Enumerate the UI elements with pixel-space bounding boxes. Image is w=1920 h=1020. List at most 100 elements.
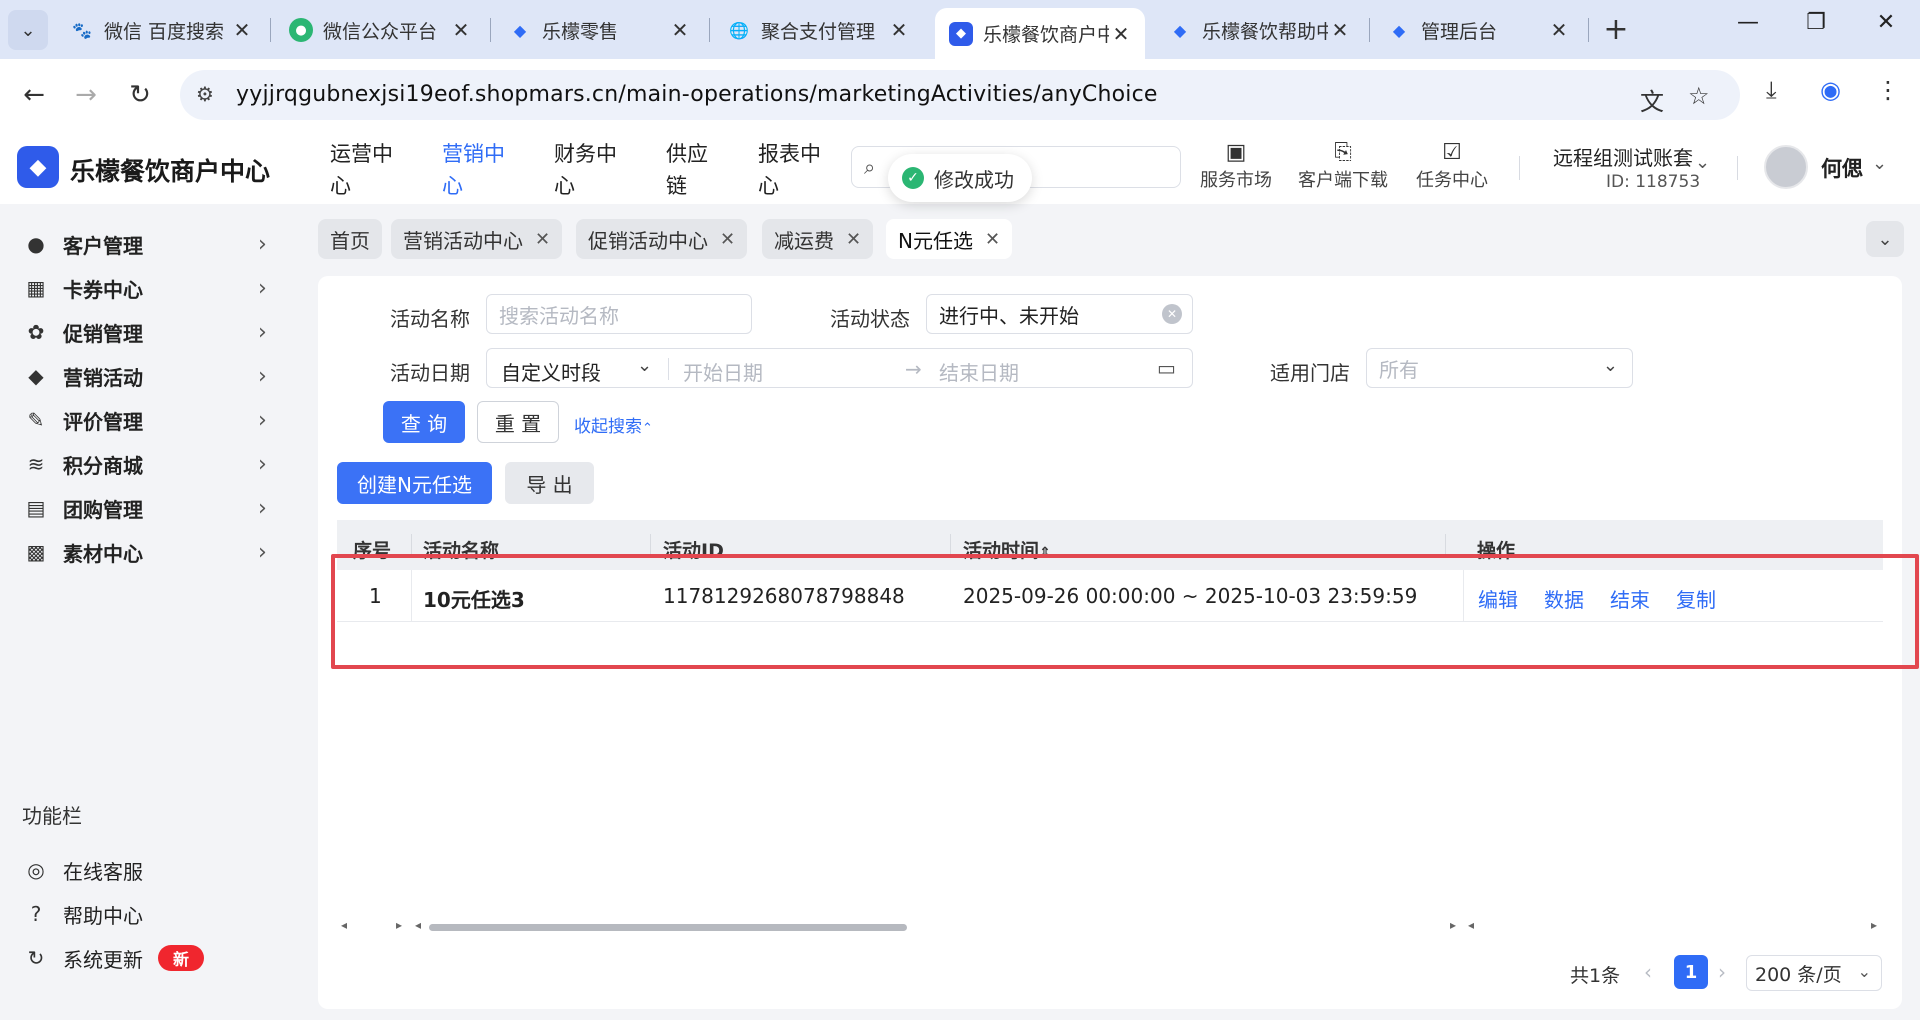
date-arrow: → xyxy=(905,357,922,381)
restore-button[interactable]: ❐ xyxy=(1796,10,1836,35)
user-name[interactable]: 何偲 xyxy=(1821,153,1863,183)
topnav-reports[interactable]: 报表中心 xyxy=(758,138,828,202)
profile-icon[interactable]: ◉ xyxy=(1820,76,1841,104)
browser-tab-admin[interactable]: ◆ 管理后台 ✕ xyxy=(1373,8,1583,52)
page-tab-marketing-center[interactable]: 营销活动中心 ✕ xyxy=(391,219,563,259)
scroll-left-icon[interactable]: ◂ xyxy=(341,918,347,932)
collapse-search-link[interactable]: 收起搜索⌃ xyxy=(574,412,653,437)
activity-name-input[interactable]: 搜索活动名称 xyxy=(486,294,752,334)
table-horizontal-scrollbar[interactable]: ◂ ▸ ◂ ▸ ◂ ▸ xyxy=(337,918,1883,936)
chevron-down-icon[interactable]: ⌄ xyxy=(1695,152,1710,173)
chevron-right-icon: › xyxy=(258,407,267,433)
app-logo-text: 乐檬餐饮商户中心 xyxy=(70,157,271,186)
topnav-operations[interactable]: 运营中心 xyxy=(330,138,400,202)
forward-button[interactable]: → xyxy=(66,75,106,115)
topnav-supply-chain[interactable]: 供应链 xyxy=(666,138,712,202)
new-tab-button[interactable]: + xyxy=(1598,12,1634,47)
back-button[interactable]: ← xyxy=(14,75,54,115)
chevron-right-icon: › xyxy=(258,539,267,565)
task-center-button[interactable]: ☑ 任务中心 xyxy=(1416,140,1488,192)
browser-tab-help-center[interactable]: ◆ 乐檬餐饮帮助中心 ✕ xyxy=(1154,8,1364,52)
topnav-finance[interactable]: 财务中心 xyxy=(554,138,624,202)
sidebar-item-customers[interactable]: ● 客户管理 › xyxy=(0,222,300,266)
page-tabs-more-button[interactable]: ⌄ xyxy=(1866,221,1904,257)
close-icon[interactable]: ✕ xyxy=(668,18,692,42)
page-tab-home[interactable]: 首页 xyxy=(318,219,382,259)
account-name[interactable]: 远程组测试账套 xyxy=(1553,142,1693,171)
clear-icon[interactable]: ✕ xyxy=(1162,304,1182,324)
close-icon[interactable]: ✕ xyxy=(1328,18,1352,42)
pager-current-page[interactable]: 1 xyxy=(1674,955,1708,989)
browser-tab-lemeng-retail[interactable]: ◆ 乐檬零售 ✕ xyxy=(494,8,704,52)
close-icon[interactable]: ✕ xyxy=(449,18,473,42)
pager-prev-button[interactable]: ‹ xyxy=(1644,960,1652,984)
scroll-right-icon[interactable]: ▸ xyxy=(1871,918,1877,932)
topnav-marketing[interactable]: 营销中心 xyxy=(442,138,512,202)
export-button[interactable]: 导 出 xyxy=(505,462,594,504)
close-icon[interactable]: ✕ xyxy=(1547,18,1571,42)
success-toast: ✓ 修改成功 xyxy=(888,154,1032,202)
chevron-down-icon[interactable]: ⌄ xyxy=(637,355,652,376)
store-select[interactable]: 所有 ⌄ xyxy=(1366,348,1633,388)
clipboard-check-icon: ☑ xyxy=(1442,140,1462,165)
tab-search-button[interactable]: ⌄ xyxy=(8,10,48,50)
close-icon[interactable]: ✕ xyxy=(887,18,911,42)
sidebar-item-promotions[interactable]: ✿ 促销管理 › xyxy=(0,310,300,354)
minimize-button[interactable]: — xyxy=(1728,10,1768,35)
sidebar-item-help-center[interactable]: ? 帮助中心 xyxy=(0,892,300,936)
scroll-right-icon[interactable]: ▸ xyxy=(1450,918,1456,932)
scroll-left-icon[interactable]: ◂ xyxy=(415,918,421,932)
close-icon[interactable]: ✕ xyxy=(1109,22,1133,46)
download-icon[interactable]: ⤓ xyxy=(1766,76,1777,104)
activity-status-select[interactable]: 进行中、未开始 ✕ xyxy=(926,294,1193,334)
client-download-button[interactable]: ⎘ 客户端下载 xyxy=(1298,140,1388,192)
sidebar-item-coupons[interactable]: ▦ 卡券中心 › xyxy=(0,266,300,310)
sidebar-item-materials[interactable]: ▩ 素材中心 › xyxy=(0,530,300,574)
sidebar-item-group-buying[interactable]: ▤ 团购管理 › xyxy=(0,486,300,530)
browser-tab-wechat-mp[interactable]: ● 微信公众平台 ✕ xyxy=(275,8,485,52)
chevron-down-icon[interactable]: ⌄ xyxy=(1872,153,1887,174)
calendar-icon: ▤ xyxy=(26,496,46,520)
avatar[interactable] xyxy=(1764,145,1808,189)
browser-tab-baidu[interactable]: 🐾 微信 百度搜索 ✕ xyxy=(56,8,266,52)
start-date-input[interactable]: 开始日期 xyxy=(683,357,763,386)
url-text[interactable]: yyjjrqgubnexjsi19eof.shopmars.cn/main-op… xyxy=(236,82,1158,107)
close-icon[interactable]: ✕ xyxy=(230,18,254,42)
service-market-button[interactable]: ▣ 服务市场 xyxy=(1200,140,1272,192)
browser-tab-merchant-center[interactable]: ◆ 乐檬餐饮商户中心 ✕ xyxy=(935,8,1145,59)
translate-icon[interactable]: 文 xyxy=(1640,82,1664,117)
window-close-button[interactable]: ✕ xyxy=(1866,10,1906,35)
site-settings-icon[interactable]: ⚙ xyxy=(196,82,214,106)
check-circle-icon: ✓ xyxy=(902,167,924,189)
folder-download-icon: ⎘ xyxy=(1334,140,1352,165)
close-icon[interactable]: ✕ xyxy=(985,229,1000,250)
sidebar-item-points-mall[interactable]: ≋ 积分商城 › xyxy=(0,442,300,486)
pager-next-button[interactable]: › xyxy=(1718,960,1726,984)
close-icon[interactable]: ✕ xyxy=(720,229,735,250)
page-tab-n-yuan-choice[interactable]: N元任选 ✕ xyxy=(886,219,1013,259)
sidebar-item-system-update[interactable]: ↻ 系统更新 新 xyxy=(0,936,300,980)
reset-button[interactable]: 重 置 xyxy=(477,401,559,443)
page-tab-free-shipping[interactable]: 减运费 ✕ xyxy=(762,219,874,259)
address-bar[interactable]: ⚙ yyjjrqgubnexjsi19eof.shopmars.cn/main-… xyxy=(180,70,1740,120)
query-button[interactable]: 查 询 xyxy=(383,401,465,443)
more-menu-icon[interactable]: ⋮ xyxy=(1876,76,1900,104)
sidebar-item-reviews[interactable]: ✎ 评价管理 › xyxy=(0,398,300,442)
close-icon[interactable]: ✕ xyxy=(846,229,861,250)
bookmark-star-icon[interactable]: ☆ xyxy=(1688,82,1710,110)
close-icon[interactable]: ✕ xyxy=(535,229,550,250)
scrollbar-thumb[interactable] xyxy=(429,924,907,931)
sidebar-item-online-service[interactable]: ◎ 在线客服 xyxy=(0,848,300,892)
reload-button[interactable]: ↻ xyxy=(120,75,160,115)
highlight-annotation xyxy=(331,554,1919,669)
end-date-input[interactable]: 结束日期 xyxy=(939,357,1019,386)
date-mode-select[interactable]: 自定义时段 xyxy=(501,357,601,386)
scroll-left-icon[interactable]: ◂ xyxy=(1468,918,1474,932)
sidebar-item-marketing-activities[interactable]: ◆ 营销活动 › xyxy=(0,354,300,398)
page-tab-promotion-center[interactable]: 促销活动中心 ✕ xyxy=(576,219,748,259)
page-size-select[interactable]: 200 条/页 ⌄ xyxy=(1746,955,1882,991)
browser-tab-payment[interactable]: 🌐 聚合支付管理 ✕ xyxy=(713,8,923,52)
scroll-right-icon[interactable]: ▸ xyxy=(396,918,402,932)
calendar-icon[interactable]: ▭ xyxy=(1157,356,1176,380)
create-n-yuan-choice-button[interactable]: 创建N元任选 xyxy=(337,462,492,504)
